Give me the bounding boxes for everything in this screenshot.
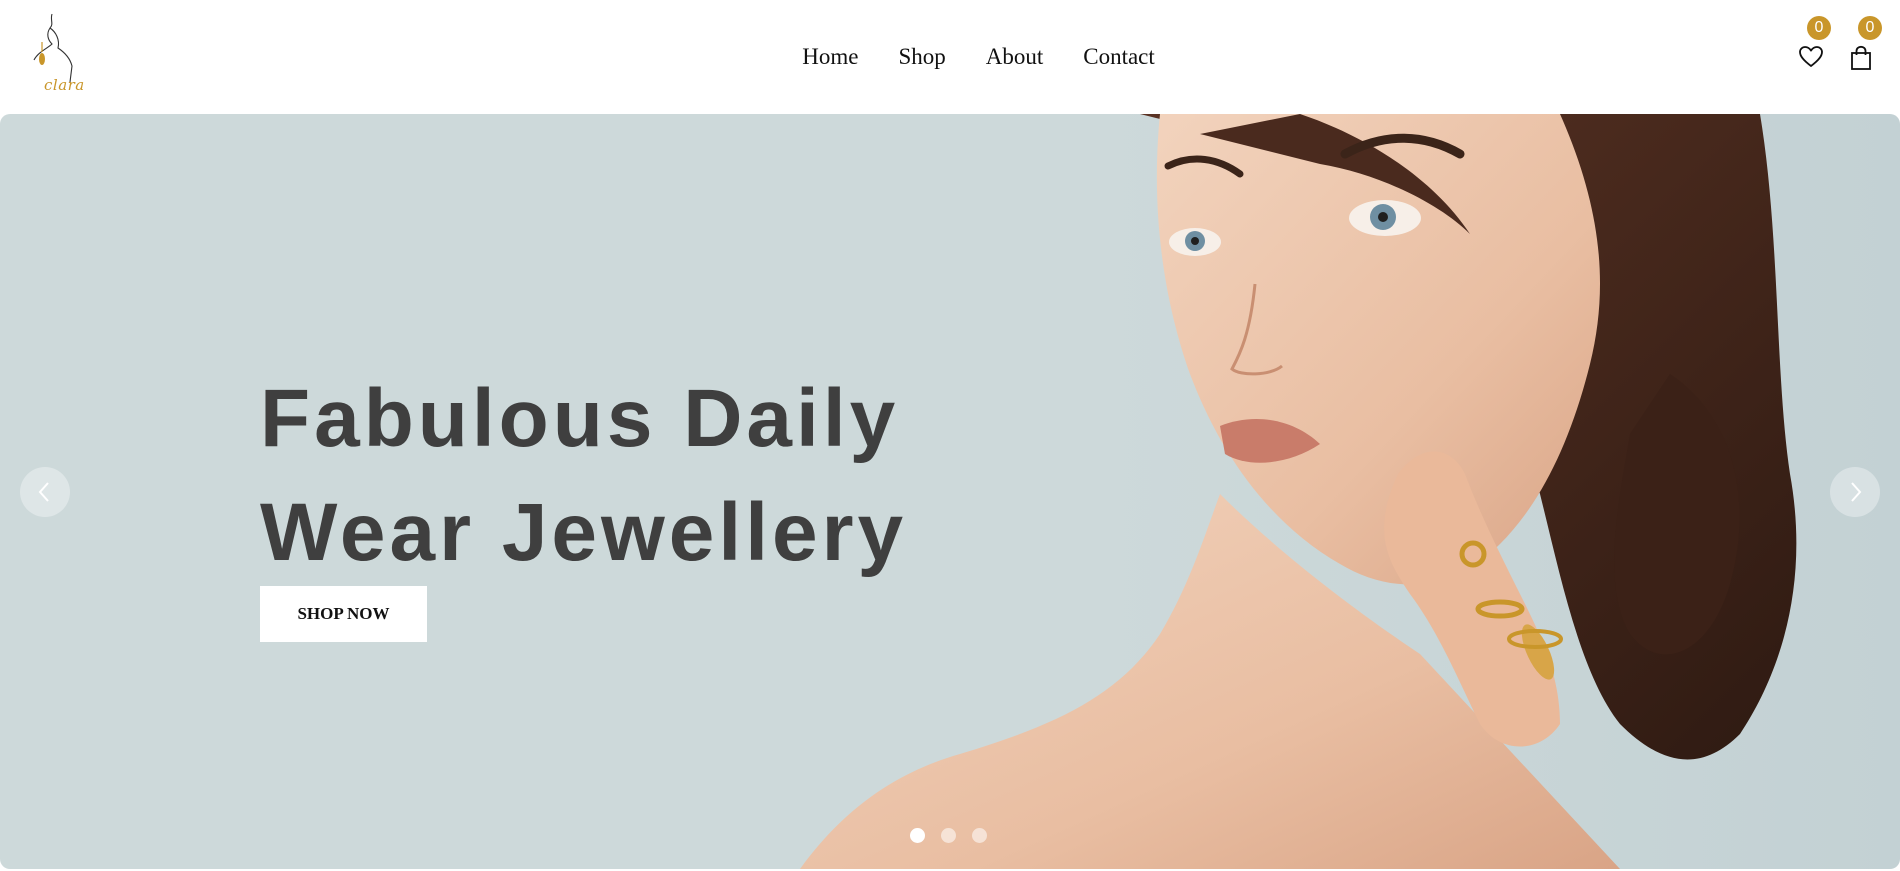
hero-model-photo [800, 114, 1797, 869]
slider-dot-1[interactable] [910, 828, 925, 843]
slider-prev-button[interactable] [20, 467, 70, 517]
slider-pagination [910, 828, 987, 843]
wishlist-button[interactable]: 0 [1795, 16, 1831, 74]
shop-now-button[interactable]: SHOP NOW [260, 586, 427, 642]
shopping-bag-icon [1851, 45, 1871, 70]
nav-link-home[interactable]: Home [802, 44, 858, 70]
heart-icon [1799, 46, 1823, 67]
nav-link-about[interactable]: About [986, 44, 1044, 70]
slider-dot-2[interactable] [941, 828, 956, 843]
main-nav: Home Shop About Contact [0, 0, 1900, 114]
site-header: clara Home Shop About Contact 0 0 [0, 0, 1900, 114]
headline-line-2: Wear Jewellery [260, 487, 908, 578]
nav-link-contact[interactable]: Contact [1083, 44, 1155, 70]
cart-count-badge: 0 [1858, 16, 1882, 40]
hero-slider: Fabulous Daily Wear Jewellery SHOP NOW [0, 114, 1900, 869]
chevron-left-icon [38, 482, 49, 502]
cart-button[interactable]: 0 [1846, 16, 1882, 74]
headline-line-1: Fabulous Daily [260, 373, 900, 464]
nav-link-shop[interactable]: Shop [898, 44, 945, 70]
wishlist-count-badge: 0 [1807, 16, 1831, 40]
hero-headline: Fabulous Daily Wear Jewellery [260, 362, 907, 590]
slider-next-button[interactable] [1830, 467, 1880, 517]
chevron-right-icon [1851, 482, 1862, 502]
slider-dot-3[interactable] [972, 828, 987, 843]
